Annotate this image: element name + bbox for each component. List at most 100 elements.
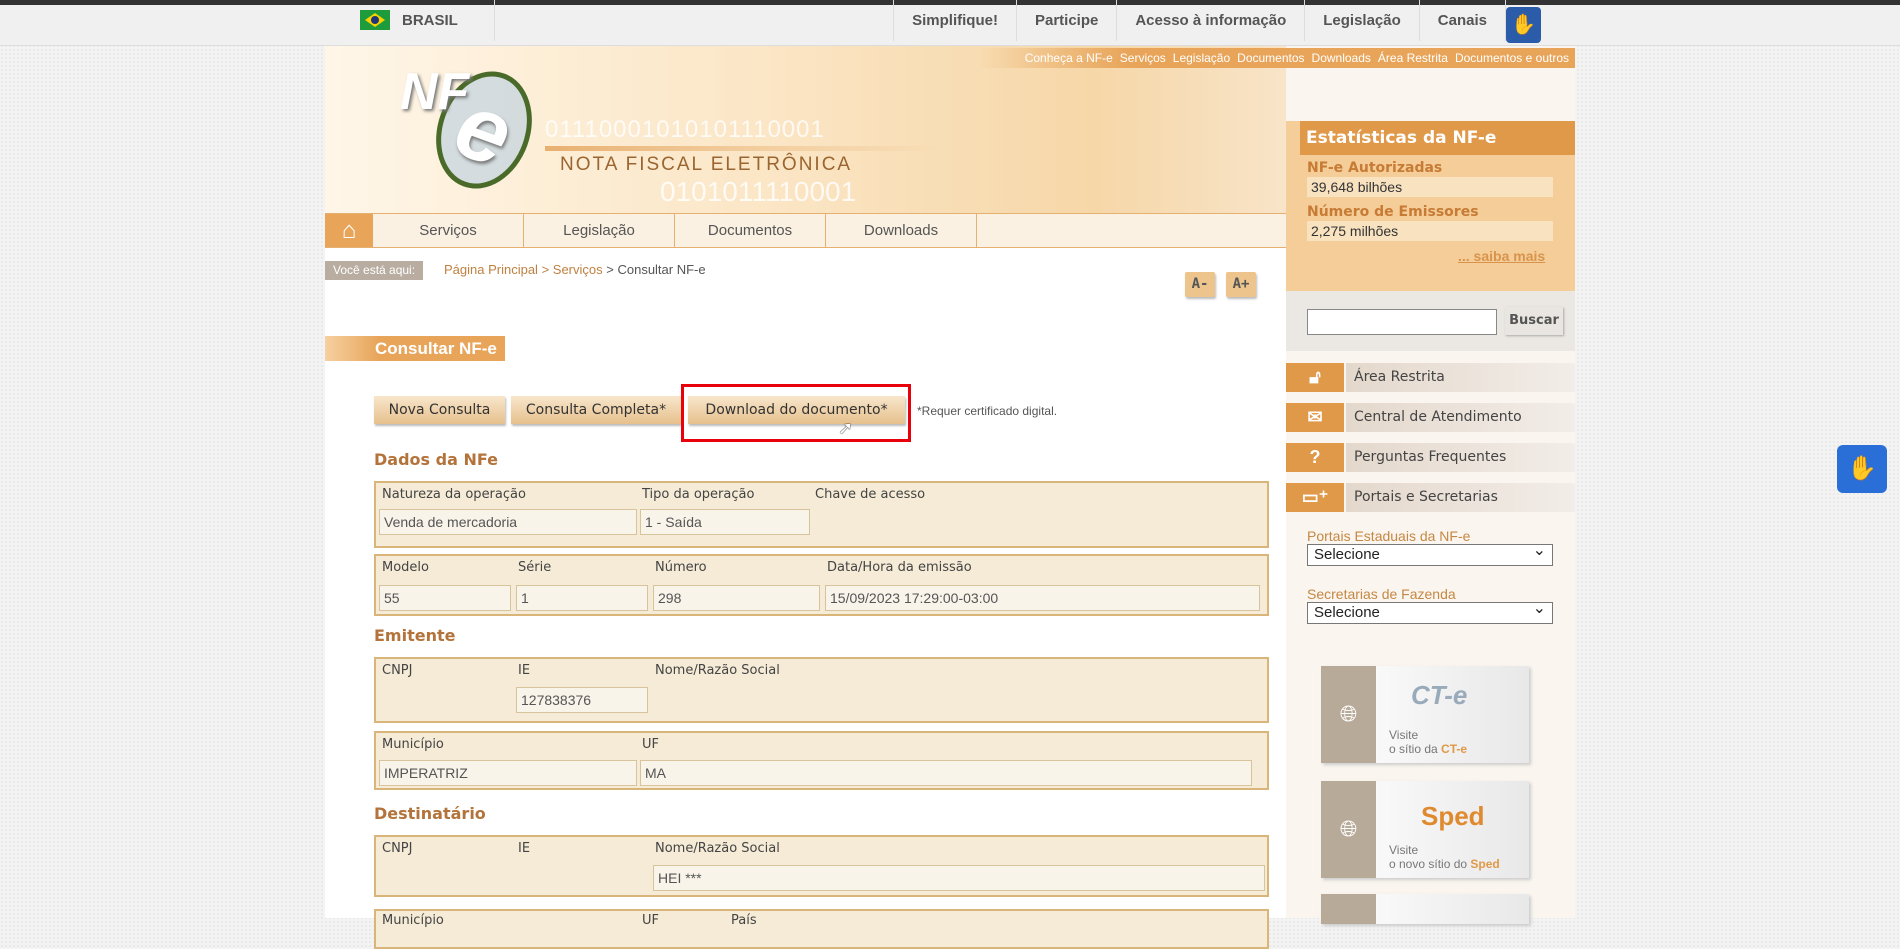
sign-language-icon[interactable]: ✋: [1506, 7, 1541, 43]
logo-bits: 0101011110001: [660, 176, 857, 207]
data-emissao-field: 15/09/2023 17:29:00-03:00: [825, 585, 1260, 611]
side-menu-label: Central de Atendimento: [1346, 403, 1575, 432]
saiba-mais-link[interactable]: ... saiba mais: [1458, 248, 1545, 264]
search-input[interactable]: [1307, 309, 1497, 335]
envelope-icon: ✉: [1286, 403, 1344, 432]
breadcrumb-sep: >: [602, 262, 618, 277]
sped-banner-text: Visite o novo sítio do Sped: [1389, 843, 1500, 871]
home-icon[interactable]: ⌂: [325, 214, 373, 247]
breadcrumb-servicos[interactable]: Serviços: [553, 262, 603, 277]
modelo-field: 55: [379, 585, 511, 611]
logo-bits: 01110001010101110001: [545, 116, 825, 143]
banner-name: Sped: [1470, 857, 1500, 871]
label: Município: [382, 737, 444, 752]
emitente-municipio-field: IMPERATRIZ: [379, 760, 637, 786]
consulta-completa-button[interactable]: Consulta Completa*: [511, 396, 681, 424]
label: Natureza da operação: [382, 487, 526, 502]
main-nav: ⌂ Serviços Legislação Documentos Downloa…: [325, 213, 1286, 248]
banner-text: Visite: [1389, 728, 1419, 742]
label: CNPJ: [382, 663, 413, 678]
banner-text: o sítio da: [1389, 742, 1438, 756]
side-menu-portais[interactable]: ▭⁺ Portais e Secretarias: [1286, 483, 1575, 512]
secretarias-label: Secretarias de Fazenda: [1307, 586, 1456, 602]
stats-emissores-value: 2,275 milhões: [1307, 221, 1553, 241]
brazil-flag-icon: [360, 10, 390, 30]
fieldset-emitente-endereco: Município UF IMPERATRIZ MA: [374, 731, 1269, 790]
gov-country: BRASIL: [402, 11, 458, 29]
third-banner[interactable]: [1321, 894, 1529, 924]
question-icon: ?: [1286, 443, 1344, 472]
nfe-logo-nf[interactable]: NF: [400, 62, 469, 122]
logo-title: NOTA FISCAL ELETRÔNICA: [560, 154, 853, 175]
search-button[interactable]: Buscar: [1505, 307, 1563, 335]
stats-autorizadas-value: 39,648 bilhões: [1307, 177, 1553, 197]
highlight-box: [681, 384, 911, 442]
stats-emissores-label: Número de Emissores: [1307, 204, 1479, 220]
numero-field: 298: [653, 585, 820, 611]
label: Tipo da operação: [642, 487, 755, 502]
label: CNPJ: [382, 841, 413, 856]
sped-logo: Sped: [1421, 801, 1485, 831]
breadcrumb-current: Consultar NF-e: [617, 262, 706, 277]
stats-autorizadas-label: NF-e Autorizadas: [1307, 160, 1443, 176]
nova-consulta-button[interactable]: Nova Consulta: [374, 396, 505, 424]
gov-menu-simplifique[interactable]: Simplifique!: [893, 0, 1016, 41]
top-link-documentos[interactable]: Documentos: [1237, 51, 1304, 65]
secretarias-select[interactable]: Selecione: [1307, 599, 1553, 624]
nav-legislacao[interactable]: Legislação: [524, 214, 675, 247]
fieldset-operacao: Natureza da operação Tipo da operação Ch…: [374, 481, 1269, 548]
top-link-downloads[interactable]: Downloads: [1312, 51, 1371, 65]
side-menu-label: Portais e Secretarias: [1346, 483, 1575, 512]
tipo-field: 1 - Saída: [640, 509, 810, 535]
serie-field: 1: [516, 585, 648, 611]
gov-menu-participe[interactable]: Participe: [1015, 0, 1116, 41]
side-menu-area-restrita[interactable]: 🔓︎ Área Restrita: [1286, 363, 1575, 392]
top-link-legislacao[interactable]: Legislação: [1173, 51, 1230, 65]
font-increase-button[interactable]: A+: [1226, 272, 1256, 297]
label: Série: [518, 560, 552, 575]
logo-decoration: [545, 146, 945, 151]
gov-menu-legislacao[interactable]: Legislação: [1304, 0, 1419, 41]
breadcrumb: Página Principal > Serviços > Consultar …: [444, 262, 706, 277]
portais-label: Portais Estaduais da NF-e: [1307, 528, 1471, 544]
nav-servicos[interactable]: Serviços: [373, 214, 524, 247]
gov-menu-canais[interactable]: Canais: [1418, 0, 1506, 41]
section-dados-heading: Dados da NFe: [374, 450, 498, 469]
emitente-uf-field: MA: [640, 760, 1252, 786]
portais-select[interactable]: Selecione: [1307, 541, 1553, 566]
emitente-ie-field: 127838376: [516, 687, 648, 713]
divider: [494, 0, 495, 41]
label: Data/Hora da emissão: [827, 560, 972, 575]
destinatario-nome-field: HEI ***: [653, 865, 1265, 891]
label: Modelo: [382, 560, 429, 575]
gov-brasil-link[interactable]: BRASIL: [360, 10, 458, 30]
side-menu-central-atendimento[interactable]: ✉ Central de Atendimento: [1286, 403, 1575, 432]
cte-banner-text: Visite o sítio da CT-e: [1389, 728, 1467, 756]
side-menu-perguntas[interactable]: ? Perguntas Frequentes: [1286, 443, 1575, 472]
label: Nome/Razão Social: [655, 841, 780, 856]
cte-logo: CT-e: [1411, 680, 1468, 710]
top-link-conheca[interactable]: Conheça a NF-e: [1025, 51, 1113, 65]
gov-menu-acesso[interactable]: Acesso à informação: [1116, 0, 1304, 41]
label: IE: [518, 841, 531, 856]
top-link-servicos[interactable]: Serviços: [1120, 51, 1166, 65]
top-link-documentos-outros[interactable]: Documentos e outros: [1455, 51, 1569, 65]
cte-banner[interactable]: 🌐︎ CT-e Visite o sítio da CT-e: [1321, 666, 1529, 763]
banner-text: o novo sítio do: [1389, 857, 1468, 871]
accessibility-float-button[interactable]: ✋: [1837, 445, 1887, 493]
breadcrumb-sep: >: [537, 262, 553, 277]
nav-documentos[interactable]: Documentos: [675, 214, 826, 247]
page-title: Consultar NF-e: [325, 336, 505, 361]
font-decrease-button[interactable]: A-: [1185, 272, 1215, 297]
side-menu-label: Perguntas Frequentes: [1346, 443, 1575, 472]
window-plus-icon: ▭⁺: [1286, 483, 1344, 512]
fieldset-destinatario-endereco: Município UF País: [374, 909, 1269, 949]
breadcrumb-home[interactable]: Página Principal: [444, 262, 538, 277]
globe-icon: 🌐︎: [1321, 666, 1376, 763]
section-destinatario-heading: Destinatário: [374, 804, 486, 823]
sped-banner[interactable]: 🌐︎ Sped Visite o novo sítio do Sped: [1321, 781, 1529, 878]
section-emitente-heading: Emitente: [374, 626, 456, 645]
banner-name: CT-e: [1441, 742, 1468, 756]
top-link-area-restrita[interactable]: Área Restrita: [1378, 51, 1448, 65]
nav-downloads[interactable]: Downloads: [826, 214, 977, 247]
